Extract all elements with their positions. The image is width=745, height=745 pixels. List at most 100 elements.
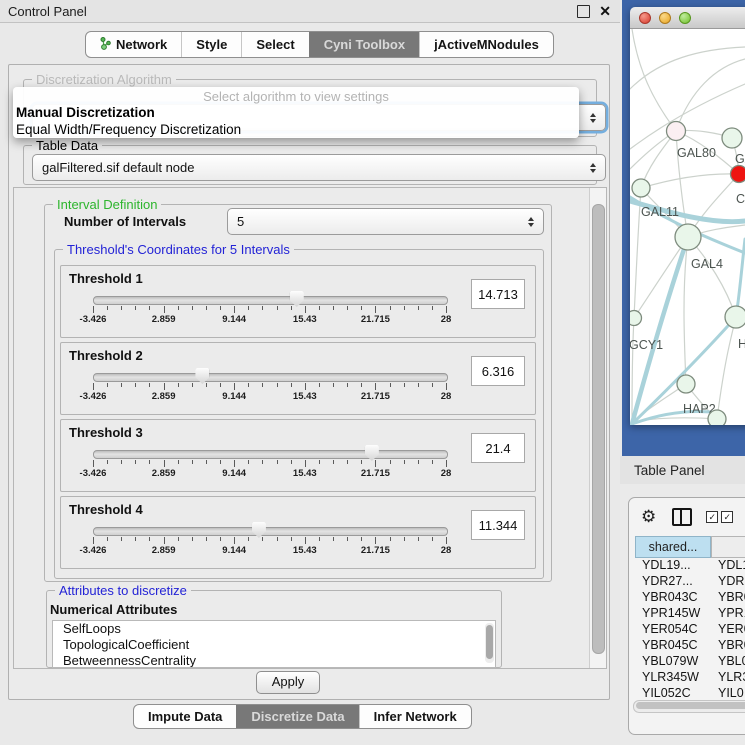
column-header[interactable]: n	[711, 536, 745, 558]
float-window-icon[interactable]	[577, 5, 590, 18]
network-node[interactable]	[725, 306, 745, 328]
table-row[interactable]: YDL19...YDL1	[635, 558, 745, 574]
split-columns-icon[interactable]	[672, 508, 692, 526]
table-cell: YIL052C	[635, 686, 711, 698]
apply-button[interactable]: Apply	[256, 671, 320, 694]
tick-mark	[149, 537, 150, 541]
table-row[interactable]: YBR045CYBR0	[635, 638, 745, 654]
list-item[interactable]: BetweennessCentrality	[53, 653, 495, 668]
node-table: shared...n YDL19...YDL1YDR27...YDR2YBR04…	[635, 536, 745, 698]
tick-mark	[220, 383, 221, 387]
network-node[interactable]	[677, 375, 695, 393]
tick-label: 9.144	[222, 314, 246, 325]
tick-mark	[432, 306, 433, 310]
tick-label: 15.43	[293, 468, 317, 479]
table-cell: YBR0	[711, 590, 745, 606]
table-row[interactable]: YBR043CYBR0	[635, 590, 745, 606]
tab-jactivemnodules[interactable]: jActiveMNodules	[419, 32, 553, 57]
horizontal-scrollbar[interactable]	[633, 700, 745, 713]
tick-label: 9.144	[222, 468, 246, 479]
list-scrollbar[interactable]	[485, 623, 494, 663]
threshold-value-field[interactable]	[471, 356, 525, 386]
threshold-value-field[interactable]	[471, 433, 525, 463]
tab-cyni-toolbox[interactable]: Cyni Toolbox	[309, 32, 419, 57]
numerical-attributes-label: Numerical Attributes	[50, 602, 177, 617]
network-view-window[interactable]: GAL80GACGAL11GAL4GCY1HHAP2	[630, 7, 745, 425]
tick-mark	[121, 460, 122, 464]
tick-mark	[135, 383, 136, 387]
dropdown-prompt: Select algorithm to view settings	[13, 89, 579, 104]
network-window-titlebar[interactable]	[630, 7, 745, 29]
tick-mark	[178, 460, 179, 464]
combobox-arrows-icon	[590, 113, 596, 123]
slider-track[interactable]	[93, 450, 448, 459]
tick-mark	[262, 460, 263, 464]
tick-mark	[248, 460, 249, 464]
tab-select[interactable]: Select	[241, 32, 308, 57]
table-row[interactable]: YER054CYER0	[635, 622, 745, 638]
threshold-value-field[interactable]	[471, 510, 525, 540]
tab-infer-network[interactable]: Infer Network	[359, 705, 471, 728]
tick-label: 2.859	[152, 468, 176, 479]
network-node[interactable]	[708, 410, 726, 425]
table-cell: YDR27...	[635, 574, 711, 590]
dropdown-option[interactable]: Manual Discretization	[13, 104, 579, 121]
threshold-panel: Threshold 2-3.4262.8599.14415.4321.71528	[60, 342, 536, 415]
network-node[interactable]	[731, 166, 745, 183]
threshold-label: Threshold 3	[69, 425, 143, 440]
slider-track[interactable]	[93, 296, 448, 305]
tick-mark	[390, 460, 391, 464]
scrollbar-thumb[interactable]	[636, 702, 745, 709]
tick-mark	[432, 383, 433, 387]
tab-network[interactable]: Network	[86, 32, 181, 57]
tab-impute-data[interactable]: Impute Data	[134, 705, 236, 728]
column-header[interactable]: shared...	[635, 536, 711, 558]
table-cell: YPR145W	[635, 606, 711, 622]
network-node[interactable]	[722, 128, 742, 148]
tick-mark	[291, 306, 292, 310]
minimize-traffic-light-icon[interactable]	[659, 12, 671, 24]
tab-discretize-data[interactable]: Discretize Data	[236, 705, 358, 728]
threshold-value-field[interactable]	[471, 279, 525, 309]
scrollbar-thumb[interactable]	[592, 204, 605, 654]
table-rows: YDL19...YDL1YDR27...YDR2YBR043CYBR0YPR14…	[635, 558, 745, 698]
tick-mark	[220, 537, 221, 541]
numerical-attributes-list[interactable]: SelfLoopsTopologicalCoefficientBetweenne…	[52, 620, 496, 668]
threshold-panel: Threshold 4-3.4262.8599.14415.4321.71528	[60, 496, 536, 569]
table-row[interactable]: YBL079WYBL0	[635, 654, 745, 670]
gear-icon[interactable]: ⚙	[641, 507, 656, 527]
close-traffic-light-icon[interactable]	[639, 12, 651, 24]
table-row[interactable]: YLR345WYLR3	[635, 670, 745, 686]
vertical-scrollbar[interactable]	[589, 188, 606, 668]
network-canvas[interactable]: GAL80GACGAL11GAL4GCY1HHAP2	[630, 29, 745, 425]
table-data-combobox[interactable]: galFiltered.sif default node	[32, 154, 606, 181]
network-node[interactable]	[675, 224, 701, 250]
network-node[interactable]	[667, 122, 686, 141]
tick-mark	[206, 537, 207, 541]
dropdown-option[interactable]: Equal Width/Frequency Discretization	[13, 121, 579, 138]
network-node[interactable]	[632, 179, 650, 197]
tick-mark	[404, 460, 405, 464]
tick-mark	[135, 460, 136, 464]
tick-mark	[333, 306, 334, 310]
select-columns-icon[interactable]: ✓ ✓	[706, 511, 733, 523]
tab-style[interactable]: Style	[181, 32, 241, 57]
network-node[interactable]	[630, 311, 642, 326]
slider-track[interactable]	[93, 527, 448, 536]
close-icon[interactable]: ✕	[599, 2, 611, 20]
tick-mark	[347, 537, 348, 541]
node-label: H	[738, 337, 745, 351]
table-row[interactable]: YPR145WYPR1	[635, 606, 745, 622]
table-data-group-title: Table Data	[32, 138, 102, 153]
list-item[interactable]: SelfLoops	[53, 621, 495, 637]
tick-label: 2.859	[152, 545, 176, 556]
zoom-traffic-light-icon[interactable]	[679, 12, 691, 24]
table-cell: YDL1	[711, 558, 745, 574]
number-of-intervals-combobox[interactable]: 5	[227, 208, 544, 235]
table-row[interactable]: YDR27...YDR2	[635, 574, 745, 590]
table-row[interactable]: YIL052CYIL0	[635, 686, 745, 698]
tick-mark	[319, 460, 320, 464]
tick-mark	[107, 537, 108, 541]
list-item[interactable]: TopologicalCoefficient	[53, 637, 495, 653]
slider-track[interactable]	[93, 373, 448, 382]
